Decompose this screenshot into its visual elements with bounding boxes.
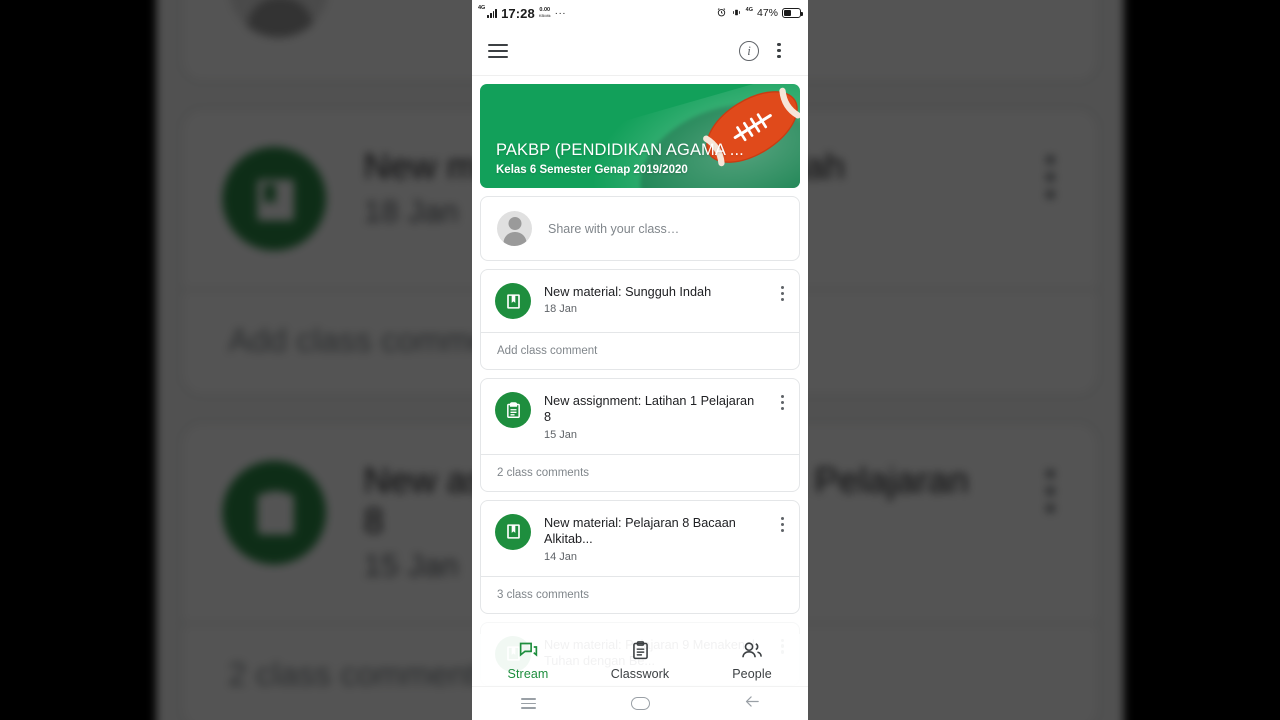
signal-strength-icon xyxy=(487,8,498,18)
hamburger-menu-icon[interactable] xyxy=(488,43,508,58)
tab-people-label: People xyxy=(732,666,772,681)
classwork-clipboard-icon xyxy=(630,640,651,664)
class-title: PAKBP (PENDIDIKAN AGAMA ... xyxy=(496,140,744,159)
post-overflow-button[interactable] xyxy=(777,283,789,304)
battery-percent-label: 47% xyxy=(756,7,778,19)
tab-classwork[interactable]: Classwork xyxy=(584,640,696,681)
stream-post-card[interactable]: New material: Pelajaran 8 Bacaan Alkitab… xyxy=(480,499,800,614)
backdrop-right-mask xyxy=(1165,0,1280,720)
stream-content[interactable]: PAKBP (PENDIDIKAN AGAMA ... Kelas 6 Seme… xyxy=(472,76,808,686)
share-with-class-card[interactable]: Share with your class… xyxy=(480,196,800,261)
post-comments-label[interactable]: 3 class comments xyxy=(481,575,799,613)
network-type-label: 4G xyxy=(478,5,486,12)
post-overflow-button[interactable] xyxy=(777,392,789,413)
post-title: New material: Sungguh Indah xyxy=(544,285,712,299)
post-title: New material: Pelajaran 8 Bacaan Alkitab… xyxy=(544,515,736,547)
status-bar: 4G 17:28 0.00 KB/dtk ··· 4G 47% xyxy=(472,0,808,26)
post-overflow-button[interactable] xyxy=(777,514,789,535)
tab-stream-label: Stream xyxy=(507,666,549,681)
post-header[interactable]: New material: Sungguh Indah 18 Jan xyxy=(481,270,799,332)
status-overflow-dots: ··· xyxy=(554,7,567,19)
vibrate-icon xyxy=(731,7,742,20)
tab-people[interactable]: People xyxy=(696,640,808,681)
people-icon xyxy=(741,640,763,664)
backdrop-left-mask xyxy=(0,0,115,720)
post-body: New material: Sungguh Indah 18 Jan xyxy=(544,283,764,315)
home-button[interactable] xyxy=(620,697,660,710)
share-row[interactable]: Share with your class… xyxy=(481,197,799,260)
recents-icon xyxy=(520,698,536,709)
stream-post-card[interactable]: New assignment: Latihan 1 Pelajaran 8 15… xyxy=(480,378,800,492)
battery-icon xyxy=(782,8,803,18)
info-button[interactable]: i xyxy=(734,36,764,66)
back-arrow-icon xyxy=(744,694,761,714)
tab-stream[interactable]: Stream xyxy=(472,640,584,681)
screenshot-stage: New material: Sungguh Indah 18 Jan Add cl… xyxy=(0,0,1280,720)
stream-chat-icon xyxy=(518,640,539,664)
status-clock: 17:28 xyxy=(501,5,535,21)
post-header[interactable]: New material: Pelajaran 8 Bacaan Alkitab… xyxy=(481,501,799,576)
kebab-menu-icon xyxy=(777,43,781,58)
app-bar-overflow-button[interactable] xyxy=(764,36,794,66)
bottom-navigation: Stream Classwork People xyxy=(472,634,808,686)
post-date: 18 Jan xyxy=(544,303,578,316)
banner-text-block: PAKBP (PENDIDIKAN AGAMA ... Kelas 6 Seme… xyxy=(496,141,794,176)
class-subtitle: Kelas 6 Semester Genap 2019/2020 xyxy=(496,164,688,176)
phone-viewport: 4G 17:28 0.00 KB/dtk ··· 4G 47% i PAKBP … xyxy=(472,0,808,720)
back-button[interactable] xyxy=(732,694,772,714)
data-rate-unit: KB/dtk xyxy=(538,12,551,18)
sim-network-label: 4G xyxy=(745,7,753,13)
tab-classwork-label: Classwork xyxy=(610,666,670,681)
post-comments-label[interactable]: 2 class comments xyxy=(481,453,799,491)
system-navigation-bar xyxy=(472,686,808,720)
material-book-icon xyxy=(495,513,531,550)
post-body: New assignment: Latihan 1 Pelajaran 8 15… xyxy=(544,392,764,441)
recents-button[interactable] xyxy=(508,698,548,709)
user-avatar-icon xyxy=(497,211,532,246)
app-bar: i xyxy=(472,26,808,76)
post-date: 14 Jan xyxy=(544,550,578,563)
alarm-clock-icon xyxy=(716,7,727,20)
stream-post-card[interactable]: New material: Sungguh Indah 18 Jan Add c… xyxy=(480,269,800,370)
post-body: New material: Pelajaran 8 Bacaan Alkitab… xyxy=(544,514,764,563)
material-book-icon xyxy=(495,283,531,319)
class-banner[interactable]: PAKBP (PENDIDIKAN AGAMA ... Kelas 6 Seme… xyxy=(480,84,800,188)
assignment-clipboard-icon xyxy=(495,392,531,428)
post-date: 15 Jan xyxy=(544,428,578,441)
post-title: New assignment: Latihan 1 Pelajaran 8 xyxy=(544,394,755,425)
share-input-placeholder[interactable]: Share with your class… xyxy=(548,222,679,236)
post-comments-label[interactable]: Add class comment xyxy=(481,332,799,369)
data-rate-indicator: 0.00 KB/dtk xyxy=(539,8,551,18)
post-header[interactable]: New assignment: Latihan 1 Pelajaran 8 15… xyxy=(481,379,799,454)
info-icon: i xyxy=(739,40,759,61)
home-pill-icon xyxy=(630,697,650,710)
